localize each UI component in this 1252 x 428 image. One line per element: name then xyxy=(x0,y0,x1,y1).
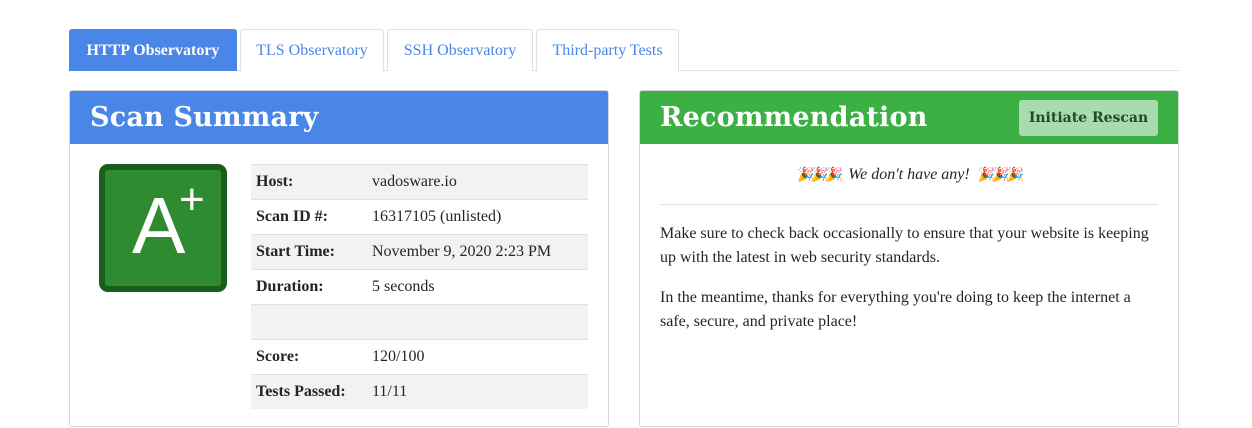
table-row xyxy=(251,304,588,340)
tab-http-observatory[interactable]: HTTP Observatory xyxy=(69,29,237,71)
scan-id-label: Scan ID #: xyxy=(251,199,367,235)
tab-ssh-observatory[interactable]: SSH Observatory xyxy=(387,29,533,71)
tab-tls-observatory[interactable]: TLS Observatory xyxy=(240,29,384,71)
tests-passed-value: 11/11 xyxy=(367,374,588,409)
recommendation-header: Recommendation Initiate Rescan xyxy=(640,91,1178,144)
duration-value: 5 seconds xyxy=(367,269,588,305)
scan-summary-card: Scan Summary A + Host: vadosware.io Scan… xyxy=(69,90,609,427)
scan-id-value: 16317105 (unlisted) xyxy=(367,199,588,235)
grade-letter: A xyxy=(132,181,186,270)
host-label: Host: xyxy=(251,164,367,200)
observatory-tabs: HTTP Observatory TLS Observatory SSH Obs… xyxy=(69,29,1179,71)
table-row: Host: vadosware.io xyxy=(251,164,588,200)
recommendation-title: Recommendation xyxy=(660,102,928,133)
duration-label: Duration: xyxy=(251,269,367,305)
score-label: Score: xyxy=(251,339,367,375)
headline-text: We don't have any! xyxy=(848,166,970,183)
divider xyxy=(660,204,1158,205)
host-value: vadosware.io xyxy=(367,164,588,200)
table-row: Start Time: November 9, 2020 2:23 PM xyxy=(251,234,588,270)
start-time-label: Start Time: xyxy=(251,234,367,270)
initiate-rescan-button[interactable]: Initiate Rescan xyxy=(1019,100,1158,136)
tests-passed-label: Tests Passed: xyxy=(251,374,367,409)
table-row: Score: 120/100 xyxy=(251,339,588,375)
recommendation-paragraph: In the meantime, thanks for everything y… xyxy=(660,289,1131,330)
scan-summary-table: Host: vadosware.io Scan ID #: 16317105 (… xyxy=(251,164,588,409)
scan-summary-title: Scan Summary xyxy=(90,102,319,133)
empty-label xyxy=(251,304,367,340)
table-row: Tests Passed: 11/11 xyxy=(251,374,588,409)
recommendation-headline: 🎉🎉🎉 We don't have any! 🎉🎉🎉 xyxy=(640,166,1178,184)
recommendation-paragraph: Make sure to check back occasionally to … xyxy=(660,225,1149,266)
score-value: 120/100 xyxy=(367,339,588,375)
party-popper-icon: 🎉🎉🎉 xyxy=(796,168,843,183)
party-popper-icon: 🎉🎉🎉 xyxy=(977,168,1024,183)
grade-badge: A + xyxy=(99,164,227,292)
start-time-value: November 9, 2020 2:23 PM xyxy=(367,234,588,270)
empty-value xyxy=(367,304,588,340)
table-row: Duration: 5 seconds xyxy=(251,269,588,305)
table-row: Scan ID #: 16317105 (unlisted) xyxy=(251,199,588,235)
grade-modifier: + xyxy=(179,175,205,224)
tab-third-party-tests[interactable]: Third-party Tests xyxy=(536,29,679,71)
recommendation-card: Recommendation Initiate Rescan 🎉🎉🎉 We do… xyxy=(639,90,1179,427)
scan-summary-header: Scan Summary xyxy=(70,91,608,144)
